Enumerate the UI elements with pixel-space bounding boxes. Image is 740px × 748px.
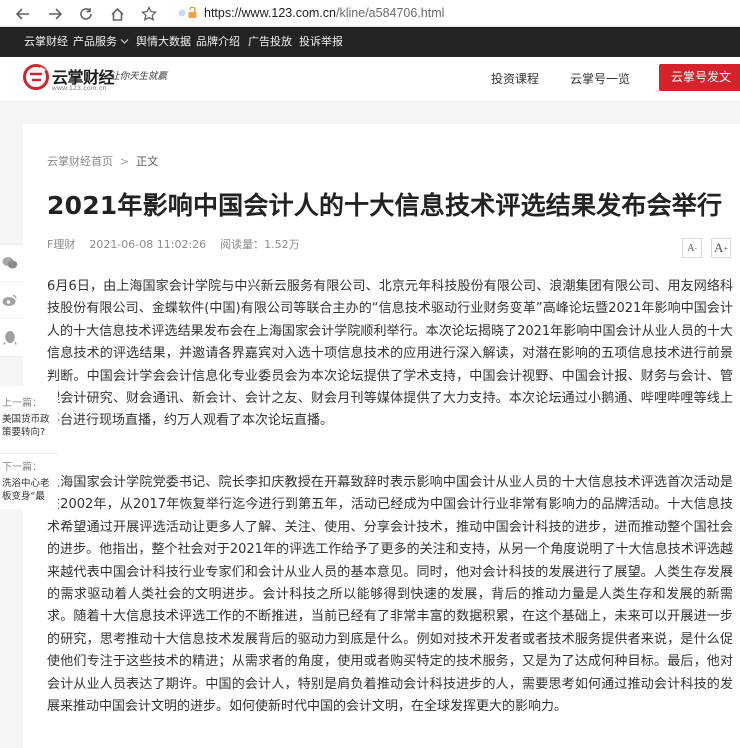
url-text: https://www.123.com.cn/kline/a584706.htm…: [204, 6, 444, 20]
site-topbar: 云掌财经 产品服务 舆情大数据 品牌介绍 广告投放 投诉举报: [0, 27, 740, 57]
topbar-item-products[interactable]: 产品服务: [73, 27, 129, 57]
article-paragraph: 上海国家会计学院党委书记、院长李扣庆教授在开幕致辞时表示影响中国会计从业人员的十…: [47, 475, 733, 715]
topbar-item-complaints[interactable]: 投诉举报: [299, 27, 343, 57]
logo-icon[interactable]: [23, 64, 49, 90]
site-header: 云掌财经 www.123.com.cn 让你天生就赢 投资课程 云掌号一览 云掌…: [0, 57, 740, 102]
next-article-link[interactable]: 洗浴中心老板变身“最: [0, 477, 58, 503]
nav-investment-courses[interactable]: 投资课程: [491, 70, 539, 87]
logo-slogan: 让你天生就赢: [110, 71, 168, 82]
prev-label: 上一篇：: [2, 398, 42, 409]
breadcrumb-home[interactable]: 云掌财经首页: [47, 155, 113, 168]
nav-account-list[interactable]: 云掌号一览: [570, 70, 630, 87]
article-card: 云掌财经首页 > 正文 2021年影响中国会计人的十大信息技术评选结果发布会举行 F…: [23, 124, 740, 748]
topbar-item-brand[interactable]: 品牌介绍: [196, 27, 240, 57]
article-title: 2021年影响中国会计人的十大信息技术评选结果发布会举行: [47, 191, 723, 220]
breadcrumb: 云掌财经首页 > 正文: [47, 153, 158, 169]
browser-toolbar: https://www.123.com.cn/kline/a584706.htm…: [0, 0, 740, 27]
font-smaller-button[interactable]: A-: [682, 238, 702, 258]
chevron-down-icon: [120, 39, 129, 44]
home-icon[interactable]: [106, 3, 128, 25]
topbar-item-opinion-data[interactable]: 舆情大数据: [136, 27, 191, 57]
article-author[interactable]: F理财: [47, 238, 75, 251]
divider: [0, 453, 58, 454]
back-icon[interactable]: [12, 3, 34, 25]
breadcrumb-current: 正文: [136, 155, 159, 168]
url-host: https://www.123.com.cn: [204, 5, 337, 20]
prev-next-links: 上一篇： 美国货币政策要转向? 下一篇： 洗浴中心老板变身“最: [0, 386, 58, 509]
font-larger-button[interactable]: A +: [711, 238, 731, 258]
weibo-icon: [2, 292, 18, 308]
article-views: 阅读量：1.52万: [220, 238, 300, 251]
forward-icon[interactable]: [44, 3, 66, 25]
article-paragraph: 6月6日，由上海国家会计学院与中兴新云服务有限公司、北京元年科技股份有限公司、浪…: [47, 279, 733, 429]
wechat-icon: [2, 255, 18, 271]
prev-article-link[interactable]: 美国货币政策要转向?: [0, 413, 58, 439]
next-label: 下一篇：: [2, 462, 42, 473]
address-bar[interactable]: https://www.123.com.cn/kline/a584706.htm…: [172, 2, 740, 23]
url-path: /kline/a584706.html: [336, 5, 445, 20]
font-smaller-label: A: [687, 242, 695, 254]
logo-domain: www.123.com.cn: [52, 85, 107, 92]
breadcrumb-separator: >: [120, 155, 130, 168]
topbar-item-home[interactable]: 云掌财经: [24, 27, 68, 57]
article-meta: F理财 2021-06-08 11:02:26 阅读量：1.52万: [47, 236, 314, 252]
article-date: 2021-06-08 11:02:26: [89, 238, 207, 251]
topbar-item-ads[interactable]: 广告投放: [248, 27, 292, 57]
site-info-icon[interactable]: [178, 5, 198, 21]
font-larger-label: A: [714, 240, 724, 255]
reload-icon[interactable]: [75, 3, 97, 25]
bookmark-star-icon[interactable]: [138, 3, 160, 25]
qq-icon: [2, 330, 18, 346]
topbar-item-products-label: 产品服务: [73, 35, 117, 48]
publish-article-button[interactable]: 云掌号发文: [659, 64, 740, 91]
